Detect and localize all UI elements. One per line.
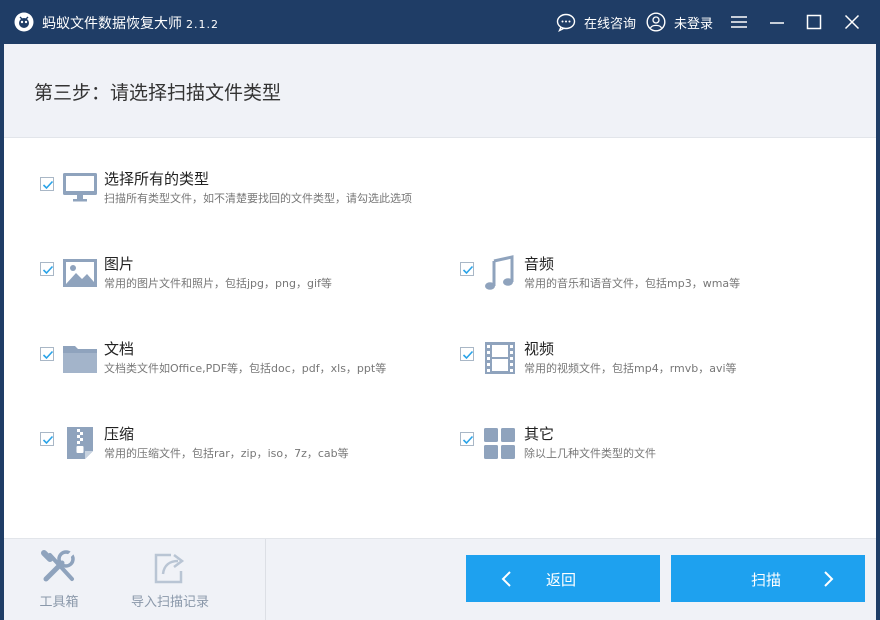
option-description: 除以上几种文件类型的文件 [524, 447, 656, 460]
checkbox-all-types[interactable] [40, 177, 54, 191]
checkmark-icon [42, 180, 54, 190]
minimize-icon[interactable] [767, 12, 787, 32]
checkmark-icon [42, 265, 54, 275]
app-name: 蚂蚁文件数据恢复大师 [42, 16, 182, 32]
checkmark-icon [42, 435, 54, 445]
step-header: 第三步：请选择扫描文件类型 [4, 44, 876, 138]
checkmark-icon [462, 435, 474, 445]
login-button[interactable]: 未登录 [646, 12, 713, 32]
option-archive[interactable]: 压缩 常用的压缩文件，包括rar，zip，iso，7z，cab等 [40, 425, 440, 465]
toolbox-label: 工具箱 [39, 595, 79, 610]
maximize-icon[interactable] [804, 12, 824, 32]
checkmark-icon [42, 350, 54, 360]
chevron-right-icon [824, 571, 834, 587]
import-share-icon [154, 553, 185, 584]
option-video[interactable]: 视频 常用的视频文件，包括mp4，rmvb，avi等 [460, 340, 860, 380]
ant-logo-icon [14, 12, 34, 32]
checkbox-audio[interactable] [460, 262, 474, 276]
bottom-bar: 工具箱 导入扫描记录 返回 扫描 [4, 538, 876, 620]
option-document[interactable]: 文档 文档类文件如Office,PDF等，包括doc，pdf，xls，ppt等 [40, 340, 440, 380]
app-title: 蚂蚁文件数据恢复大师 2.1.2 [42, 13, 219, 33]
title-bar: 蚂蚁文件数据恢复大师 2.1.2 在线咨询 未登录 [0, 0, 880, 44]
import-scan-record-label: 导入扫描记录 [130, 595, 209, 610]
option-description: 文档类文件如Office,PDF等，包括doc，pdf，xls，ppt等 [104, 362, 387, 375]
user-icon [646, 12, 666, 32]
tools-icon [41, 549, 76, 582]
online-consult-label: 在线咨询 [584, 16, 637, 32]
option-title: 选择所有的类型 [104, 170, 210, 188]
checkmark-icon [462, 265, 474, 275]
back-button[interactable]: 返回 [466, 555, 660, 602]
checkmark-icon [462, 350, 474, 360]
folder-icon [63, 346, 97, 373]
toolbox-button[interactable]: 工具箱 [14, 547, 104, 617]
app-version: 2.1.2 [186, 18, 219, 31]
scan-button[interactable]: 扫描 [671, 555, 865, 602]
checkbox-video[interactable] [460, 347, 474, 361]
checkbox-image[interactable] [40, 262, 54, 276]
music-note-icon [485, 255, 514, 290]
option-image[interactable]: 图片 常用的图片文件和照片，包括jpg，png，gif等 [40, 255, 440, 295]
divider [265, 539, 266, 620]
option-description: 常用的视频文件，包括mp4，rmvb，avi等 [524, 362, 737, 375]
chevron-left-icon [501, 571, 511, 587]
option-title: 文档 [104, 340, 135, 358]
online-consult-button[interactable]: 在线咨询 [556, 12, 636, 32]
monitor-icon [63, 173, 97, 202]
option-all-types[interactable]: 选择所有的类型 扫描所有类型文件，如不清楚要找回的文件类型，请勾选此选项 [40, 170, 440, 210]
option-description: 扫描所有类型文件，如不清楚要找回的文件类型，请勾选此选项 [104, 192, 412, 205]
option-description: 常用的图片文件和照片，包括jpg，png，gif等 [104, 277, 332, 290]
chat-bubble-icon [556, 13, 576, 32]
scan-label: 扫描 [751, 571, 782, 589]
option-title: 音频 [524, 255, 555, 273]
import-scan-record-button[interactable]: 导入扫描记录 [120, 547, 220, 617]
option-title: 视频 [524, 340, 555, 358]
step-title: 第三步：请选择扫描文件类型 [34, 82, 282, 104]
checkbox-other[interactable] [460, 432, 474, 446]
image-icon [63, 259, 97, 287]
option-other[interactable]: 其它 除以上几种文件类型的文件 [460, 425, 860, 465]
option-title: 压缩 [104, 425, 135, 443]
option-description: 常用的压缩文件，包括rar，zip，iso，7z，cab等 [104, 447, 349, 460]
option-title: 其它 [524, 425, 555, 443]
back-label: 返回 [546, 571, 577, 589]
zip-file-icon [67, 427, 93, 459]
close-icon[interactable] [842, 12, 862, 32]
film-icon [485, 342, 515, 374]
menu-icon[interactable] [729, 12, 749, 32]
option-title: 图片 [104, 255, 135, 273]
option-audio[interactable]: 音频 常用的音乐和语音文件，包括mp3，wma等 [460, 255, 860, 295]
checkbox-document[interactable] [40, 347, 54, 361]
login-status-label: 未登录 [674, 16, 714, 32]
checkbox-archive[interactable] [40, 432, 54, 446]
option-description: 常用的音乐和语音文件，包括mp3，wma等 [524, 277, 741, 290]
grid-icon [484, 428, 515, 459]
